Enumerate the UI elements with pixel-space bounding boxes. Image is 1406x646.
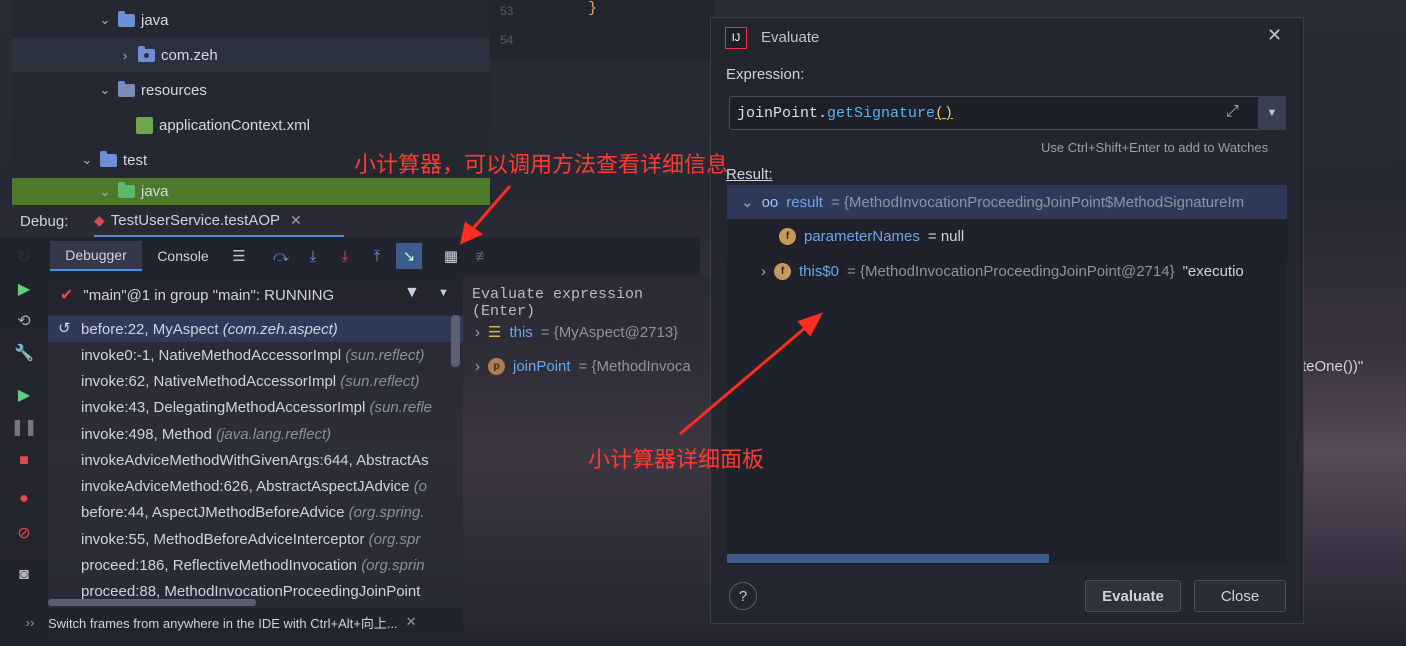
annotation-arrow-top <box>468 185 512 233</box>
annotation-arrow-bottom <box>679 320 813 436</box>
annotation-arrowhead-top <box>459 221 484 245</box>
annotation-arrows <box>459 185 824 436</box>
